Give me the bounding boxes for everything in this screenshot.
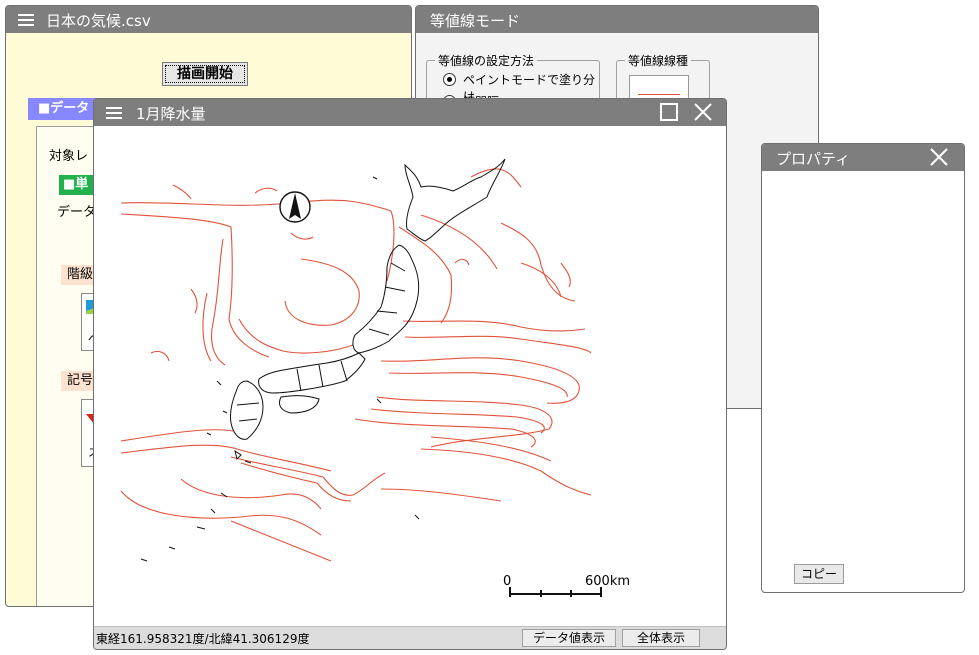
show-data-values-button[interactable]: データ値表示 xyxy=(522,629,616,647)
paint-mode-radio[interactable] xyxy=(443,73,456,86)
precipitation-map[interactable]: 0 600km xyxy=(94,127,724,625)
contour-linetype-legend: 等値線線種 xyxy=(625,52,692,69)
scale-start-label: 0 xyxy=(503,574,511,589)
target-layer-label: 対象レ xyxy=(49,149,89,164)
contour-method-legend: 等値線の設定方法 xyxy=(435,52,538,69)
close-icon[interactable] xyxy=(928,146,950,168)
show-all-button[interactable]: 全体表示 xyxy=(622,629,700,647)
copy-button[interactable]: コピー xyxy=(794,564,844,584)
map-status-bar: 東経161.958321度/北緯41.306129度 データ値表示 全体表示 xyxy=(94,626,726,649)
close-icon[interactable] xyxy=(692,101,714,123)
contour-lines xyxy=(120,168,592,562)
menu-icon[interactable] xyxy=(18,14,34,26)
map-window: 1月降水量 0 600km 東経161.958321度/北緯41.306129度… xyxy=(93,98,727,650)
data-item-label: データ xyxy=(57,205,97,220)
cursor-coordinates: 東経161.958321度/北緯41.306129度 xyxy=(96,632,310,646)
map-window-title: 1月降水量 xyxy=(136,105,206,123)
maximize-icon[interactable] xyxy=(658,101,680,123)
data-window-title: 日本の気候.csv xyxy=(46,12,151,30)
map-window-titlebar[interactable]: 1月降水量 xyxy=(94,99,726,126)
scale-bar: 0 600km xyxy=(503,574,630,597)
contour-window-titlebar[interactable]: 等値線モード xyxy=(416,6,818,33)
start-drawing-button[interactable]: 描画開始 xyxy=(162,62,248,86)
data-window-titlebar[interactable]: 日本の気候.csv xyxy=(6,6,411,33)
north-arrow-icon xyxy=(279,191,311,223)
menu-icon[interactable] xyxy=(106,107,122,119)
contour-window-title: 等値線モード xyxy=(430,12,521,30)
property-window: プロパティ コピー xyxy=(761,143,965,593)
property-window-titlebar[interactable]: プロパティ xyxy=(762,144,964,171)
property-window-title: プロパティ xyxy=(776,150,851,168)
scale-end-label: 600km xyxy=(585,574,630,589)
